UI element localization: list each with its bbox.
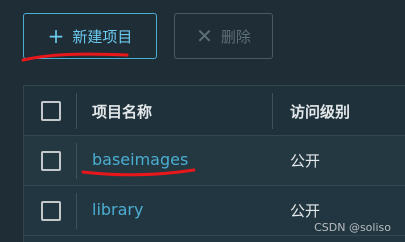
project-name-link[interactable]: library bbox=[92, 200, 143, 219]
select-all-checkbox[interactable] bbox=[41, 101, 61, 121]
column-divider bbox=[76, 93, 77, 129]
plus-icon: + bbox=[47, 24, 65, 48]
access-level: 公开 bbox=[290, 152, 321, 170]
table-header: 项目名称 访问级别 bbox=[24, 86, 405, 136]
column-divider bbox=[76, 193, 77, 229]
column-divider bbox=[76, 143, 77, 179]
projects-page: + 新建项目 ✕ 删除 项目名称 访问级别 baseimages 公开 libr… bbox=[0, 0, 405, 242]
column-header-name[interactable]: 项目名称 bbox=[92, 101, 152, 122]
annotation-underline-baseimages bbox=[81, 168, 196, 177]
access-level: 公开 bbox=[290, 202, 321, 220]
projects-table: 项目名称 访问级别 baseimages 公开 library 公开 bbox=[23, 85, 405, 242]
column-divider bbox=[272, 93, 273, 129]
watermark: CSDN @soliso bbox=[314, 221, 391, 234]
row-checkbox[interactable] bbox=[41, 201, 61, 221]
annotation-underline-new bbox=[21, 52, 129, 62]
delete-label: 删除 bbox=[220, 27, 251, 46]
x-icon: ✕ bbox=[196, 24, 213, 48]
new-project-label: 新建项目 bbox=[72, 27, 133, 46]
column-header-access[interactable]: 访问级别 bbox=[290, 101, 350, 122]
row-checkbox[interactable] bbox=[41, 151, 61, 171]
delete-button[interactable]: ✕ 删除 bbox=[174, 13, 273, 59]
